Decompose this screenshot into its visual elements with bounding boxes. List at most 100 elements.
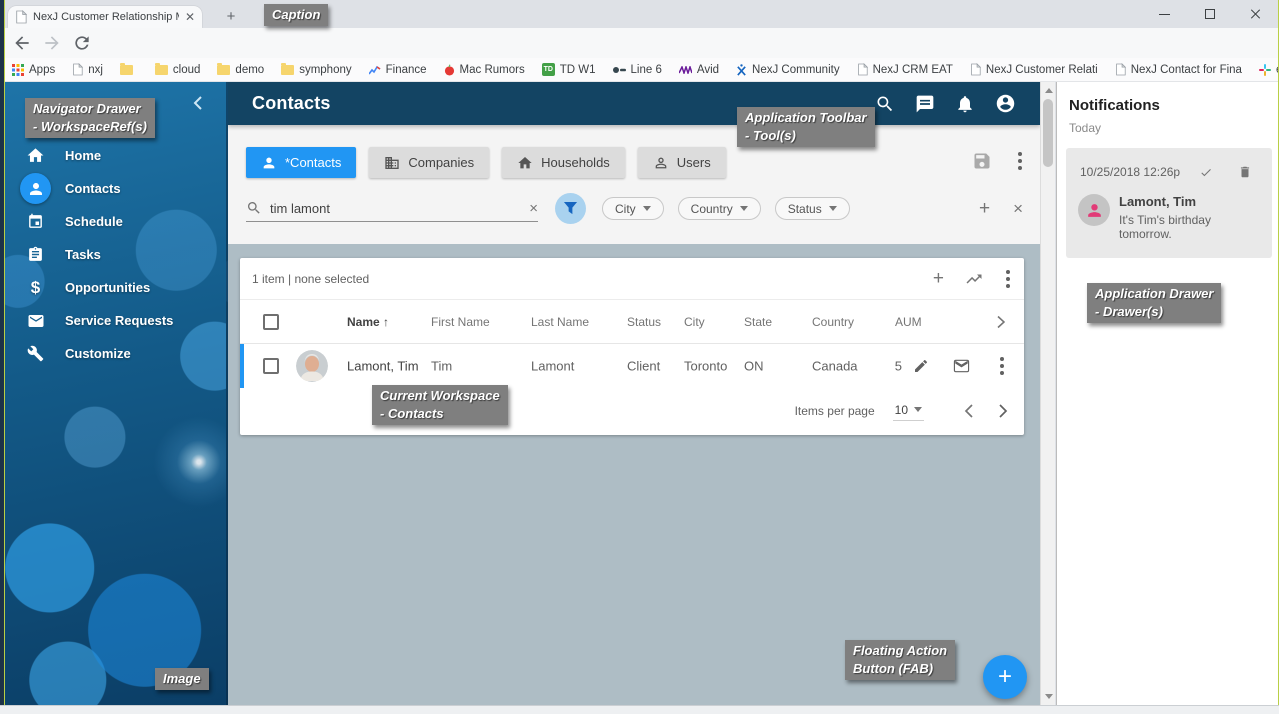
delete-trash-icon[interactable] bbox=[1238, 164, 1252, 180]
nav-item-customize[interactable]: Customize bbox=[0, 337, 226, 370]
new-tab-button[interactable]: + bbox=[218, 7, 244, 25]
bookmark-folder-1[interactable] bbox=[120, 65, 138, 75]
tab-close-icon[interactable]: ✕ bbox=[185, 10, 195, 24]
bookmark-symphony[interactable]: symphony bbox=[281, 64, 351, 76]
column-aum[interactable]: AUM bbox=[895, 315, 922, 329]
collapse-drawer-icon[interactable] bbox=[193, 96, 202, 110]
close-button[interactable] bbox=[1233, 0, 1279, 28]
scrollbar-thumb[interactable] bbox=[1043, 99, 1053, 167]
floating-action-button[interactable]: + bbox=[983, 655, 1027, 699]
column-name[interactable]: Name ↑ bbox=[347, 315, 389, 329]
mark-read-check-icon[interactable] bbox=[1198, 166, 1214, 179]
bookmark-slack[interactable]: edshaw | NexJ Slack bbox=[1259, 64, 1279, 76]
bookmark-mac-rumors[interactable]: Mac Rumors bbox=[444, 64, 525, 76]
tab-households[interactable]: Households bbox=[502, 147, 625, 178]
page-icon bbox=[72, 63, 83, 76]
nav-item-contacts[interactable]: Contacts bbox=[0, 172, 226, 205]
grid-overflow-icon[interactable] bbox=[1004, 268, 1012, 290]
next-page-icon[interactable] bbox=[999, 404, 1008, 418]
edit-pencil-icon[interactable] bbox=[913, 358, 929, 374]
bookmark-nexj-crm-eat[interactable]: NexJ CRM EAT bbox=[857, 63, 953, 76]
bookmark-demo[interactable]: demo bbox=[217, 64, 264, 76]
notifications-title: Notifications bbox=[1069, 97, 1160, 114]
clear-search-icon[interactable]: × bbox=[529, 200, 538, 217]
bookmark-line6[interactable]: Line 6 bbox=[613, 64, 662, 76]
bookmark-cloud[interactable]: cloud bbox=[155, 64, 201, 76]
bookmark-nexj-community[interactable]: NexJ Community bbox=[736, 64, 840, 76]
row-checkbox[interactable] bbox=[263, 358, 279, 374]
previous-page-icon[interactable] bbox=[964, 404, 973, 418]
maximize-button[interactable] bbox=[1187, 0, 1233, 28]
page-size-select[interactable]: 10 bbox=[893, 401, 924, 421]
funnel-icon bbox=[563, 201, 578, 216]
tab-companies[interactable]: Companies bbox=[369, 147, 489, 178]
row-overflow-icon[interactable] bbox=[998, 355, 1006, 377]
refresh-icon[interactable] bbox=[72, 33, 92, 53]
save-icon[interactable] bbox=[972, 151, 992, 171]
add-filter-icon[interactable]: + bbox=[979, 199, 990, 218]
bookmark-finance[interactable]: Finance bbox=[369, 64, 427, 76]
bookmark-avid[interactable]: Avid bbox=[679, 64, 719, 76]
bookmark-apps[interactable]: Apps bbox=[12, 64, 55, 76]
row-selected-indicator bbox=[240, 344, 244, 388]
add-contact-icon[interactable]: + bbox=[933, 269, 944, 288]
minimize-button[interactable] bbox=[1141, 0, 1187, 28]
more-columns-chevron-icon[interactable] bbox=[997, 315, 1005, 328]
chat-icon[interactable] bbox=[915, 94, 935, 114]
main-scrollbar[interactable] bbox=[1040, 82, 1055, 705]
nav-item-service-requests[interactable]: Service Requests bbox=[0, 304, 226, 337]
nav-item-tasks[interactable]: Tasks bbox=[0, 238, 226, 271]
workspace-overflow-icon[interactable] bbox=[1016, 150, 1024, 172]
email-icon[interactable] bbox=[953, 358, 970, 375]
contact-row[interactable]: Lamont, Tim Tim Lamont Client Toronto ON… bbox=[240, 344, 1024, 388]
back-icon[interactable] bbox=[12, 33, 32, 53]
window-titlebar: NexJ Customer Relationship Man ✕ + Capti… bbox=[0, 0, 1279, 28]
search-icon[interactable] bbox=[875, 94, 895, 114]
cell-first-name: Tim bbox=[431, 359, 452, 374]
minimize-icon bbox=[1159, 14, 1170, 15]
cell-name[interactable]: Lamont, Tim bbox=[347, 359, 419, 374]
column-first-name[interactable]: First Name bbox=[431, 315, 490, 329]
apple-icon bbox=[444, 64, 455, 76]
browser-tab[interactable]: NexJ Customer Relationship Man ✕ bbox=[8, 6, 202, 28]
cell-city: Toronto bbox=[684, 359, 727, 374]
chip-city[interactable]: City bbox=[602, 197, 664, 220]
column-status[interactable]: Status bbox=[627, 315, 661, 329]
column-country[interactable]: Country bbox=[812, 315, 854, 329]
clipboard-icon bbox=[20, 239, 51, 270]
grid-toolbar: 1 item | none selected + bbox=[240, 258, 1024, 300]
nav-item-home[interactable]: Home bbox=[0, 139, 226, 172]
notification-card[interactable]: 10/25/2018 12:26p Lamont, Tim It's Tim's… bbox=[1066, 148, 1272, 258]
search-input[interactable] bbox=[270, 201, 521, 216]
nav-item-schedule[interactable]: Schedule bbox=[0, 205, 226, 238]
annotation-fab: Floating Action Button (FAB) bbox=[845, 640, 955, 680]
scroll-down-arrow[interactable] bbox=[1045, 694, 1053, 699]
bookmarks-bar: Apps nxj cloud demo symphony Finance Mac… bbox=[0, 58, 1279, 82]
select-all-checkbox[interactable] bbox=[263, 314, 279, 330]
forward-icon[interactable] bbox=[42, 33, 62, 53]
notifications-bell-icon[interactable] bbox=[955, 94, 975, 114]
notification-contact-name[interactable]: Lamont, Tim bbox=[1119, 194, 1262, 209]
search-field[interactable]: × bbox=[246, 195, 538, 222]
column-state[interactable]: State bbox=[744, 315, 772, 329]
bookmark-nxj[interactable]: nxj bbox=[72, 63, 103, 76]
trending-up-icon[interactable] bbox=[965, 270, 983, 288]
chip-status[interactable]: Status bbox=[775, 197, 850, 220]
cell-status: Client bbox=[627, 359, 660, 374]
column-city[interactable]: City bbox=[684, 315, 705, 329]
filter-funnel-button[interactable] bbox=[555, 193, 586, 224]
filter-actions: + × bbox=[979, 199, 1023, 218]
chip-country[interactable]: Country bbox=[678, 197, 761, 220]
nav-item-opportunities[interactable]: Opportunities bbox=[0, 271, 226, 304]
bookmark-td[interactable]: TD TD W1 bbox=[542, 63, 596, 76]
scroll-up-arrow[interactable] bbox=[1045, 88, 1053, 93]
contacts-grid-card: 1 item | none selected + Name ↑ First Na… bbox=[240, 258, 1024, 435]
remove-filter-icon[interactable]: × bbox=[1013, 200, 1023, 217]
column-last-name[interactable]: Last Name bbox=[531, 315, 589, 329]
workspace-tabs: *Contacts Companies Households Users bbox=[246, 147, 726, 178]
tab-contacts[interactable]: *Contacts bbox=[246, 147, 356, 178]
bookmark-nexj-contact[interactable]: NexJ Contact for Fina bbox=[1115, 63, 1242, 76]
bookmark-nexj-customer[interactable]: NexJ Customer Relati bbox=[970, 63, 1098, 76]
account-icon[interactable] bbox=[995, 93, 1016, 114]
tab-users[interactable]: Users bbox=[638, 147, 726, 178]
